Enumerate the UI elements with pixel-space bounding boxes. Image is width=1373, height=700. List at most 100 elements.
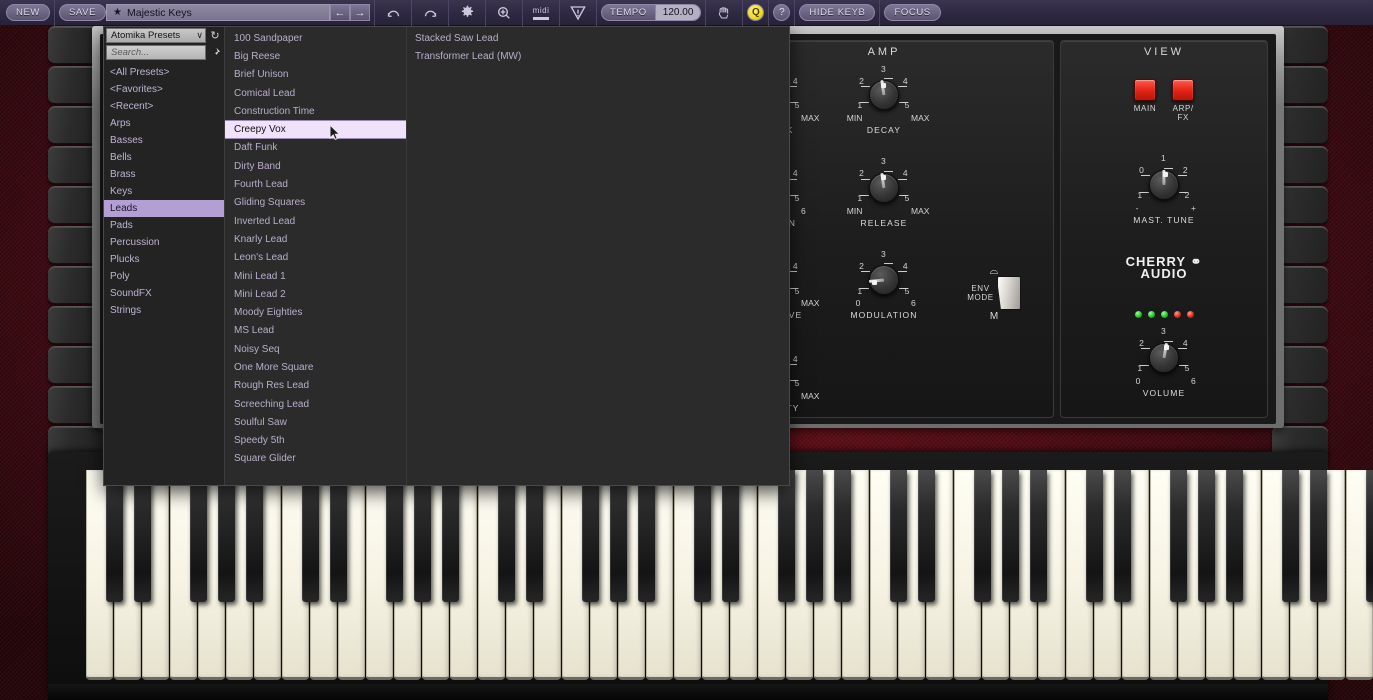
black-key[interactable] (106, 470, 123, 602)
preset-item[interactable]: Soulful Saw (225, 413, 406, 431)
redo-icon[interactable] (416, 0, 444, 26)
new-button[interactable]: NEW (6, 4, 50, 21)
red-led-button[interactable] (1172, 79, 1194, 101)
toggle-switch[interactable] (997, 276, 1021, 310)
next-preset-button[interactable]: → (350, 4, 370, 21)
black-key[interactable] (1030, 470, 1047, 602)
black-key[interactable] (610, 470, 627, 602)
knob-release[interactable]: 12345MINMAXRELEASE (829, 156, 939, 249)
hand-icon[interactable] (710, 0, 738, 26)
category-item[interactable]: Poly (104, 268, 224, 285)
preset-item[interactable]: Transformer Lead (MW) (406, 47, 606, 65)
black-key[interactable] (582, 470, 599, 602)
category-item[interactable]: SoundFX (104, 285, 224, 302)
preset-item[interactable]: MS Lead (225, 322, 406, 340)
category-item[interactable]: Keys (104, 183, 224, 200)
black-key[interactable] (638, 470, 655, 602)
black-key[interactable] (974, 470, 991, 602)
black-key[interactable] (246, 470, 263, 602)
focus-button[interactable]: FOCUS (884, 4, 940, 21)
black-key[interactable] (806, 470, 823, 602)
refresh-icon[interactable]: ↻ (208, 28, 222, 43)
category-item[interactable]: Strings (104, 302, 224, 319)
preset-item[interactable]: Screeching Lead (225, 395, 406, 413)
amp-env-mode-switch[interactable]: ⌓ENVMODEM (939, 248, 1049, 341)
arp-fx-view-button[interactable]: ARP/FX (1172, 79, 1194, 122)
tempo-value[interactable]: 120.00 (655, 5, 701, 20)
black-key[interactable] (1282, 470, 1299, 602)
preset-item[interactable]: Leon's Lead (225, 249, 406, 267)
bank-select[interactable]: Atomika Presets ∨ (106, 28, 206, 43)
black-key[interactable] (722, 470, 739, 602)
black-key[interactable] (190, 470, 207, 602)
quick-led-button[interactable]: Q (747, 4, 764, 21)
category-item[interactable]: Pads (104, 217, 224, 234)
preset-item[interactable]: Daft Funk (225, 139, 406, 157)
warning-triangle-icon[interactable] (564, 0, 592, 26)
black-key[interactable] (330, 470, 347, 602)
preset-item[interactable]: Noisy Seq (225, 340, 406, 358)
preset-item[interactable]: Dirty Band (225, 157, 406, 175)
black-key[interactable] (1366, 470, 1373, 602)
black-key[interactable] (1086, 470, 1103, 602)
preset-item[interactable]: Moody Eighties (225, 303, 406, 321)
knob-dial[interactable] (869, 265, 899, 295)
preset-name-field[interactable]: ★ Majestic Keys (106, 4, 330, 21)
main-view-button[interactable]: MAIN (1134, 79, 1156, 113)
preset-item[interactable]: Mini Lead 1 (225, 267, 406, 285)
black-key[interactable] (302, 470, 319, 602)
preset-item[interactable]: Fourth Lead (225, 175, 406, 193)
black-key[interactable] (1002, 470, 1019, 602)
black-key[interactable] (1170, 470, 1187, 602)
black-key[interactable] (1114, 470, 1131, 602)
black-key[interactable] (1226, 470, 1243, 602)
knob-volume[interactable]: 1234506VOLUME (1116, 326, 1212, 398)
black-key[interactable] (218, 470, 235, 602)
preset-item[interactable]: Square Glider (225, 450, 406, 468)
keyboard[interactable] (86, 470, 1262, 690)
undo-icon[interactable] (379, 0, 407, 26)
category-item[interactable]: Basses (104, 132, 224, 149)
preset-item[interactable]: Construction Time (225, 102, 406, 120)
preset-item[interactable]: Rough Res Lead (225, 377, 406, 395)
midi-icon[interactable]: midi (527, 0, 555, 26)
knob-dial[interactable] (869, 173, 899, 203)
pin-icon[interactable] (208, 45, 222, 60)
category-item[interactable]: <Favorites> (104, 81, 224, 98)
black-key[interactable] (442, 470, 459, 602)
hide-keyb-button[interactable]: HIDE KEYB (799, 4, 875, 21)
preset-item[interactable]: Stacked Saw Lead (406, 29, 606, 47)
red-led-button[interactable] (1134, 79, 1156, 101)
preset-item[interactable]: Inverted Lead (225, 212, 406, 230)
help-button[interactable]: ? (773, 4, 790, 21)
category-item[interactable]: <Recent> (104, 98, 224, 115)
black-key[interactable] (1310, 470, 1327, 602)
black-key[interactable] (498, 470, 515, 602)
black-key[interactable] (694, 470, 711, 602)
preset-item[interactable]: 100 Sandpaper (225, 29, 406, 47)
search-input[interactable]: Search... (106, 45, 206, 60)
knob-dial[interactable] (1149, 343, 1179, 373)
gear-icon[interactable] (453, 0, 481, 26)
black-key[interactable] (134, 470, 151, 602)
category-item[interactable]: Percussion (104, 234, 224, 251)
preset-item[interactable]: One More Square (225, 358, 406, 376)
black-key[interactable] (834, 470, 851, 602)
save-button[interactable]: SAVE (59, 4, 106, 21)
star-icon[interactable]: ★ (113, 7, 122, 18)
knob-mast-tune[interactable]: 10122-+MAST. TUNE (1116, 153, 1212, 225)
knob-decay[interactable]: 12345MINMAXDECAY (829, 63, 939, 156)
preset-item[interactable]: Gliding Squares (225, 194, 406, 212)
knob-dial[interactable] (1149, 170, 1179, 200)
black-key[interactable] (1198, 470, 1215, 602)
preset-item[interactable]: Mini Lead 2 (225, 285, 406, 303)
prev-preset-button[interactable]: ← (330, 4, 350, 21)
black-key[interactable] (386, 470, 403, 602)
knob-dial[interactable] (869, 80, 899, 110)
black-key[interactable] (526, 470, 543, 602)
category-item[interactable]: Plucks (104, 251, 224, 268)
preset-item[interactable]: Brief Unison (225, 66, 406, 84)
category-item[interactable]: Bells (104, 149, 224, 166)
preset-item[interactable]: Comical Lead (225, 84, 406, 102)
black-key[interactable] (890, 470, 907, 602)
